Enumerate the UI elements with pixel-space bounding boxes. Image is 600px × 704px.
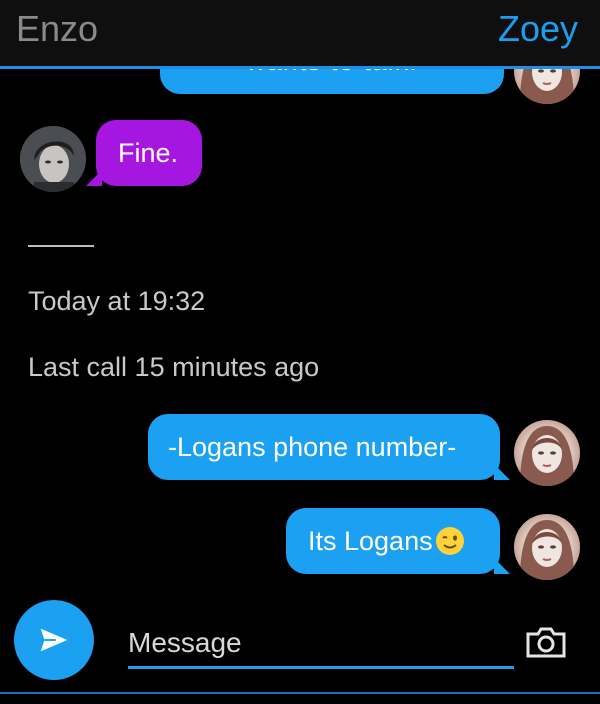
bottom-divider (0, 692, 600, 694)
message-text: -Logans phone number- (168, 431, 457, 462)
contact-name-right[interactable]: Zoey (498, 8, 578, 50)
message-text: Fine. (118, 137, 179, 168)
last-call-label: Last call 15 minutes ago (28, 352, 320, 382)
date-label: Today at 19:32 (28, 286, 206, 316)
separator-line (28, 245, 94, 247)
message-bubble-logan-phone[interactable]: -Logans phone number- (148, 414, 510, 480)
chat-header: Enzo Zoey (0, 0, 600, 69)
message-bubble-its-logans[interactable]: Its Logans (286, 508, 510, 574)
send-button[interactable] (14, 600, 94, 680)
zoey-avatar[interactable] (514, 420, 580, 486)
zoey-avatar[interactable] (514, 514, 580, 580)
message-text: Its Logans (308, 525, 433, 556)
chat-screen: Enzo Zoey wants to talk. Fine. Today at (0, 0, 600, 704)
enzo-avatar[interactable] (20, 126, 86, 192)
camera-button[interactable] (524, 624, 568, 660)
send-icon (40, 628, 68, 652)
winking-face-icon (435, 526, 465, 556)
camera-icon (526, 627, 566, 658)
contact-name-left[interactable]: Enzo (16, 8, 98, 50)
message-input[interactable] (128, 620, 514, 669)
message-bubble-enzo[interactable]: Fine. (86, 120, 202, 186)
